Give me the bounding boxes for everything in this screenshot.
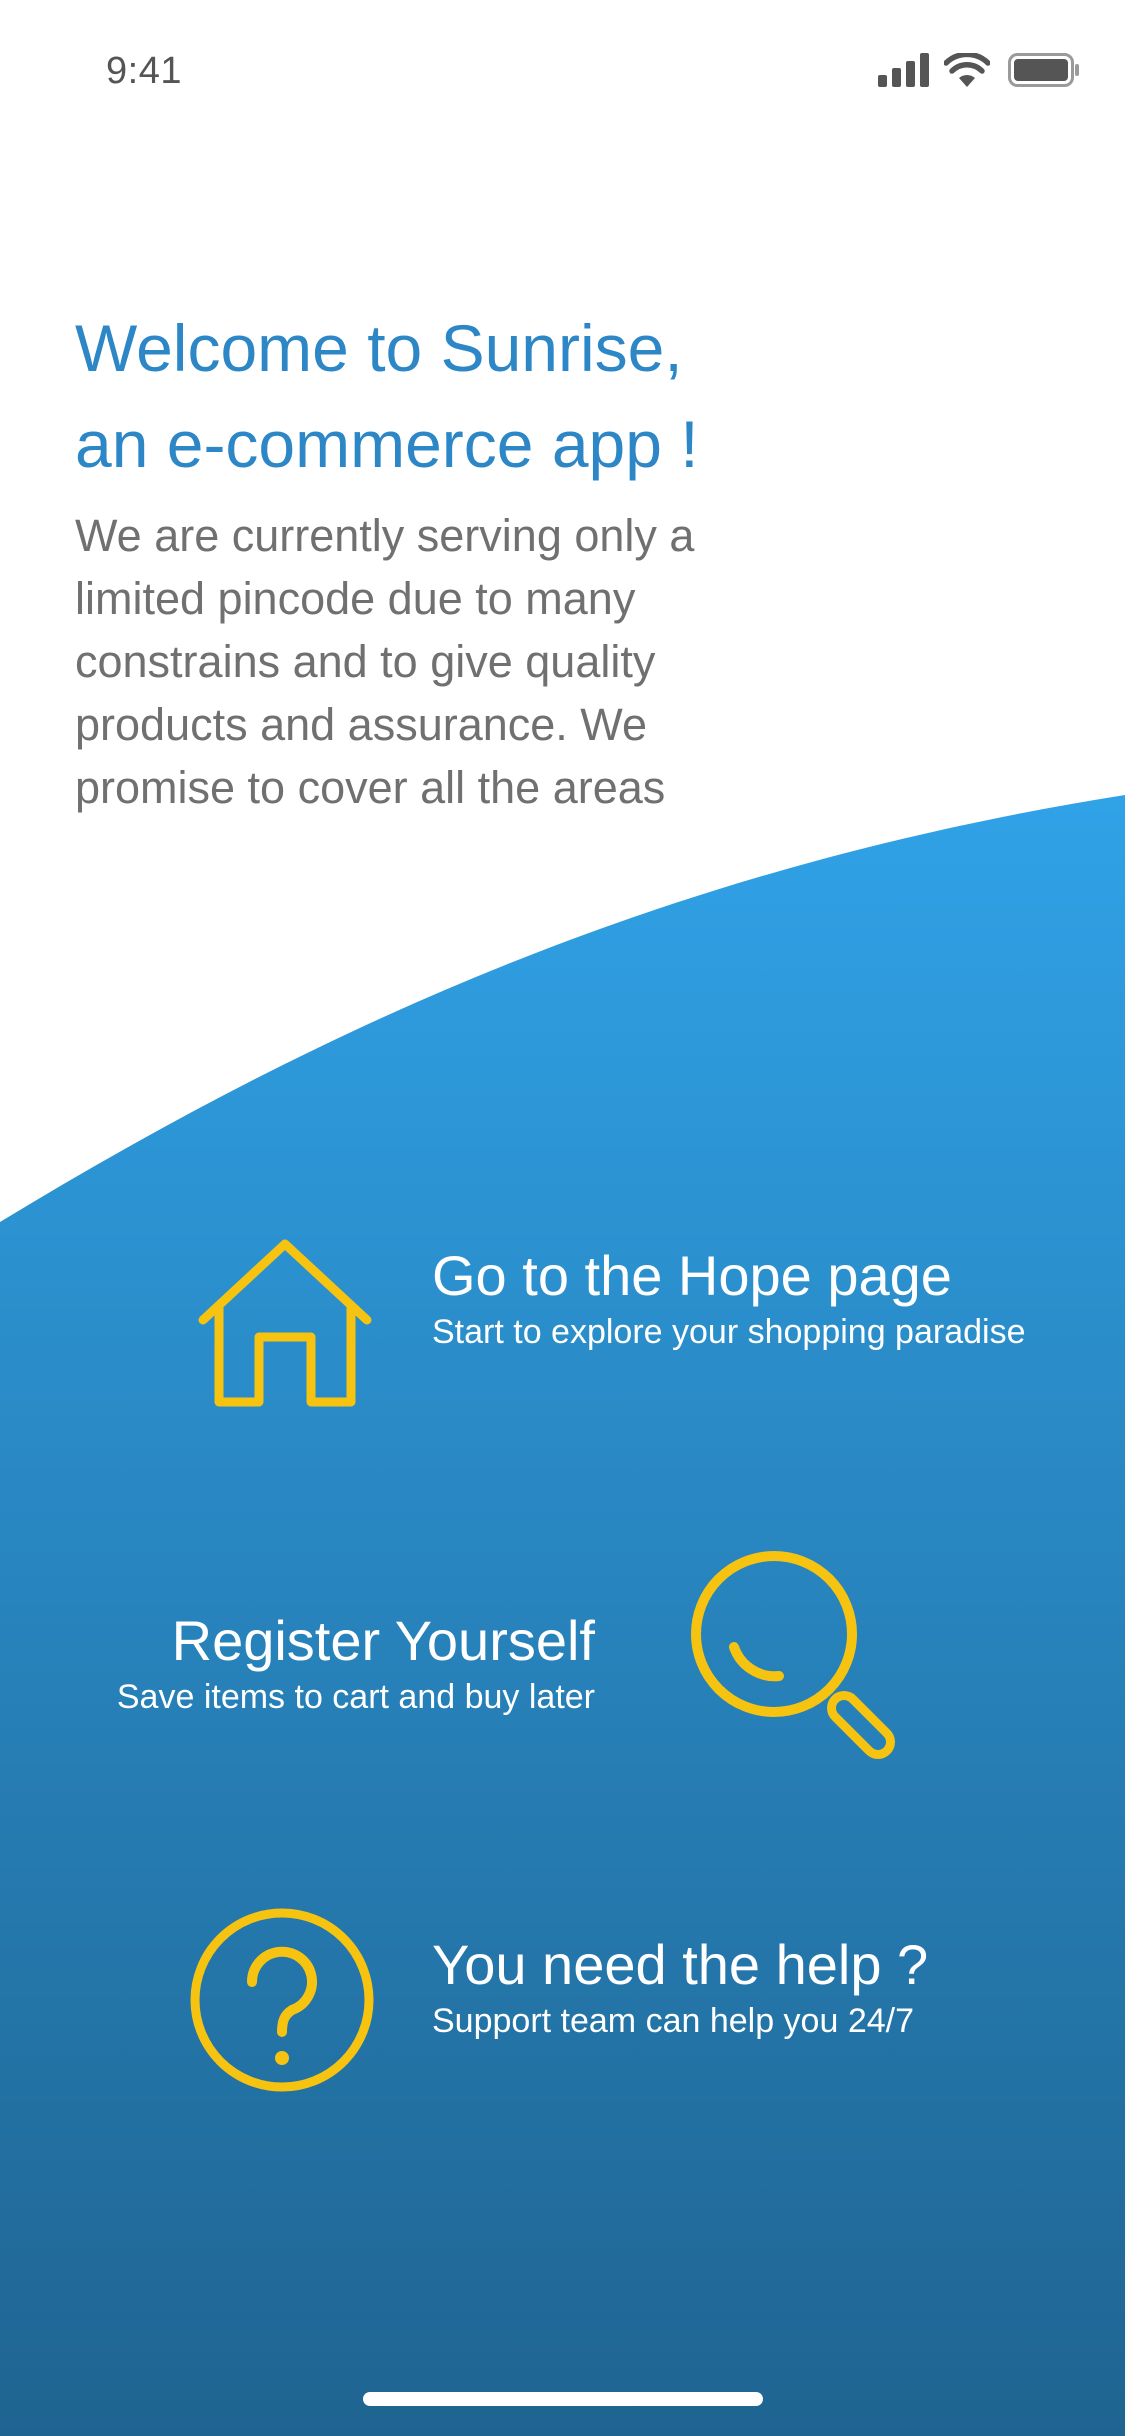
home-page-subtitle: Start to explore your shopping paradise (432, 1313, 1026, 1351)
register-title: Register Yourself (171, 1609, 595, 1672)
cellular-signal-icon (878, 53, 930, 87)
intro-section: Welcome to Sunrise, an e-commerce app ! … (75, 300, 835, 819)
welcome-description: We are currently serving only a limited … (75, 510, 695, 813)
help-subtitle: Support team can help you 24/7 (432, 2002, 914, 2040)
home-page-link[interactable]: Go to the Hope page Start to explore you… (432, 1243, 1052, 1355)
help-link[interactable]: You need the help ? Support team can hel… (432, 1932, 1052, 2044)
status-bar: 9:41 (0, 0, 1125, 140)
status-icons (878, 50, 1080, 90)
welcome-title: Welcome to Sunrise, an e-commerce app ! (75, 311, 699, 481)
battery-icon (1008, 53, 1080, 87)
register-subtitle: Save items to cart and buy later (116, 1678, 595, 1716)
home-page-title: Go to the Hope page (432, 1244, 952, 1307)
help-icon[interactable] (188, 1906, 376, 2094)
home-indicator[interactable] (363, 2392, 763, 2406)
search-icon[interactable] (688, 1548, 913, 1773)
wifi-icon (944, 53, 990, 87)
home-icon[interactable] (195, 1238, 375, 1410)
register-link[interactable]: Register Yourself Save items to cart and… (0, 1608, 595, 1720)
status-time: 9:41 (106, 50, 182, 92)
help-title: You need the help ? (432, 1933, 929, 1996)
